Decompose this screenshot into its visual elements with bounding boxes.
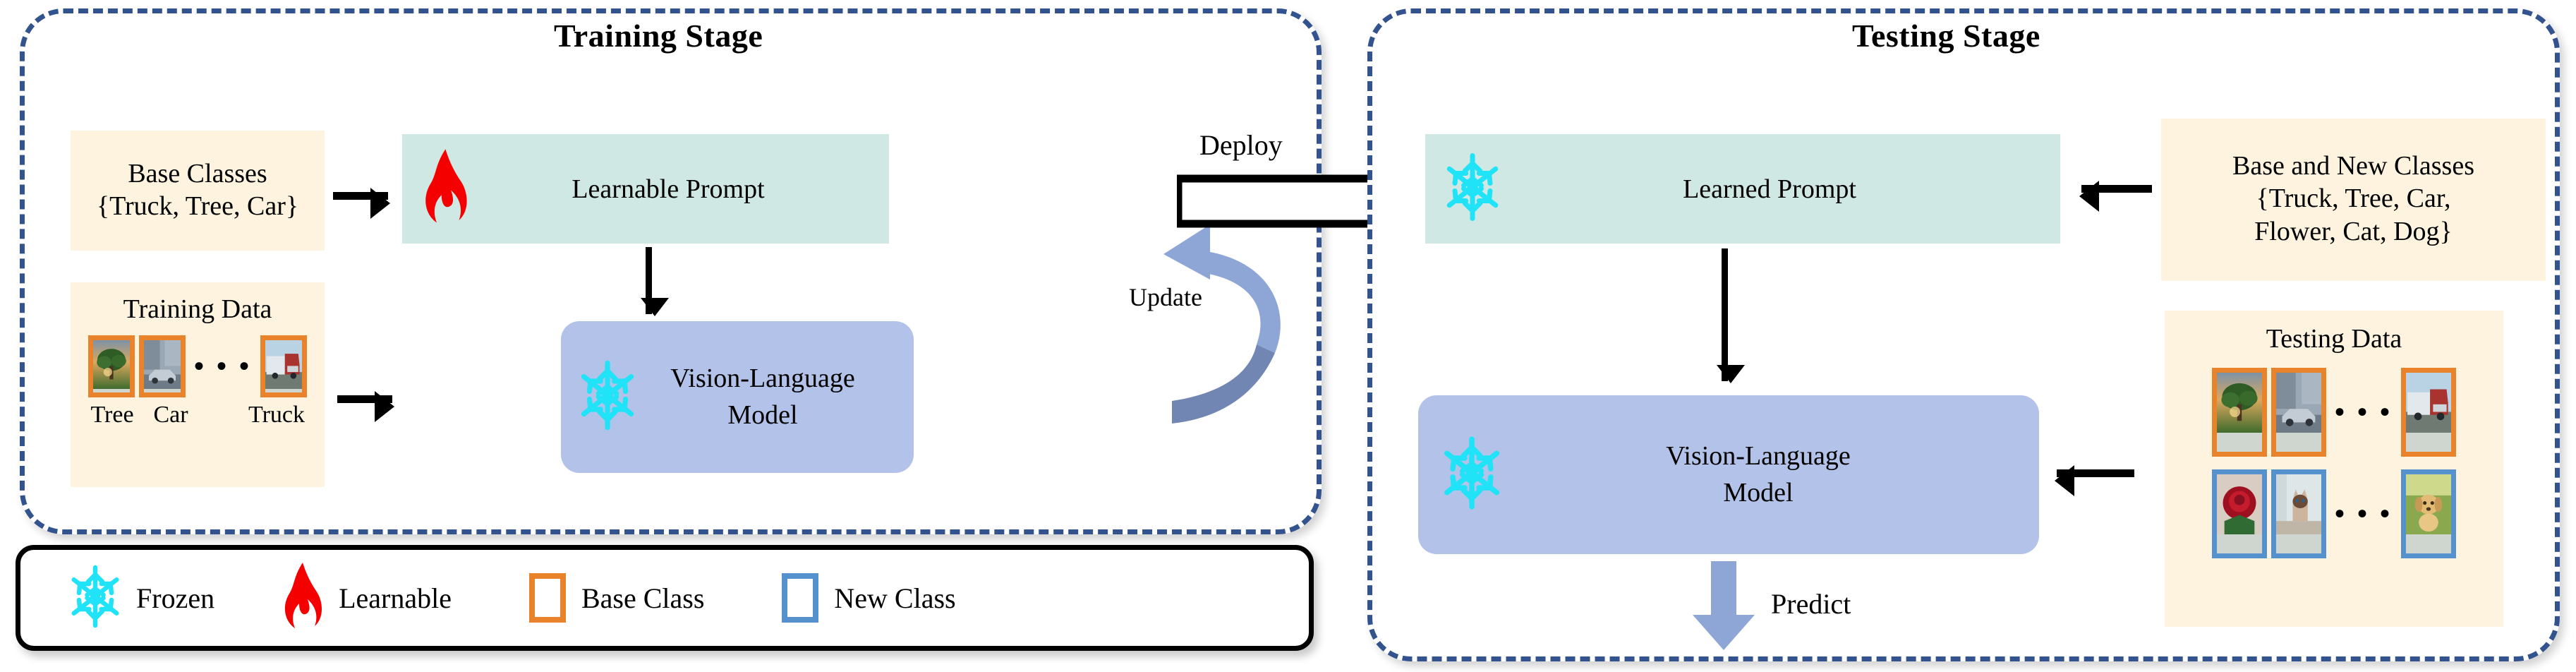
snowflake-icon (579, 356, 636, 438)
legend-item-learnable: Learnable (278, 561, 452, 635)
testing-data-base-row: • • • (2211, 367, 2456, 457)
testing-vlm-line2: Model (1723, 477, 1794, 508)
dog-thumbnail (2401, 469, 2456, 558)
legend-label-base-class: Base Class (581, 582, 705, 614)
arrow-base-classes-to-prompt (333, 188, 390, 219)
blue-square-icon (782, 573, 819, 623)
cat-thumbnail (2270, 469, 2326, 558)
training-vlm-line2: Model (727, 400, 798, 430)
snowflake-icon (70, 563, 121, 634)
snowflake-icon (1445, 149, 1500, 229)
deploy-label: Deploy (1199, 129, 1283, 161)
testing-stage-title: Testing Stage (1852, 18, 2040, 54)
thumb-caption-truck: Truck (248, 401, 305, 428)
training-vlm-label: Vision-Language Model (636, 361, 914, 433)
training-data-captions: Tree Car Truck (71, 402, 325, 428)
training-vlm-line1: Vision-Language (670, 364, 855, 394)
testing-data-box: Testing Data • • • • • • (2165, 311, 2503, 627)
learnable-prompt-label: Learnable Prompt (572, 174, 765, 204)
orange-square-icon (528, 573, 566, 623)
flame-icon (278, 561, 323, 635)
flame-icon (418, 148, 468, 230)
base-classes-box: Base Classes {Truck, Tree, Car} (71, 131, 325, 251)
tree-thumbnail (87, 335, 135, 397)
update-label: Update (1129, 283, 1202, 311)
legend-label-learnable: Learnable (339, 582, 452, 614)
testing-vlm-box: Vision-Language Model (1418, 395, 2039, 554)
arrow-training-data-to-vlm (337, 391, 394, 422)
base-and-new-classes-title: Base and New Classes (2232, 151, 2474, 181)
learned-prompt-label: Learned Prompt (1683, 174, 1856, 204)
arrow-prompt-to-vlm (641, 247, 669, 316)
testing-vlm-label: Vision-Language Model (1501, 438, 2039, 511)
snowflake-icon (1442, 432, 1501, 517)
legend-box: Frozen Learnable Base Class New Class (16, 545, 1314, 651)
learned-prompt-box: Learned Prompt (1425, 134, 2060, 244)
tree-thumbnail (2211, 367, 2267, 457)
legend-label-new-class: New Class (834, 582, 956, 614)
thumb-caption-car: Car (153, 401, 188, 428)
learnable-prompt-box: Learnable Prompt (402, 134, 889, 244)
training-data-title: Training Data (123, 294, 272, 324)
base-classes-list: {Truck, Tree, Car} (96, 191, 299, 221)
predict-arrow (1690, 561, 1758, 652)
base-and-new-classes-line2: Flower, Cat, Dog} (2254, 217, 2453, 247)
training-data-box: Training Data • • • Tree Car Truck (71, 282, 325, 487)
legend-item-new-class: New Class (782, 573, 956, 623)
arrow-learned-prompt-to-vlm (1717, 248, 1745, 383)
thumb-caption-tree: Tree (90, 401, 134, 428)
car-thumbnail (138, 335, 186, 397)
truck-thumbnail (260, 335, 307, 397)
base-and-new-classes-box: Base and New Classes {Truck, Tree, Car, … (2161, 119, 2546, 281)
testing-vlm-line1: Vision-Language (1666, 441, 1851, 472)
training-stage-title: Training Stage (554, 18, 763, 54)
arrow-testing-data-to-vlm (2055, 465, 2134, 496)
rose-thumbnail (2211, 469, 2267, 558)
training-data-ellipsis: • • • (193, 349, 252, 382)
testing-data-ellipsis-new: • • • (2334, 497, 2393, 529)
predict-label: Predict (1771, 588, 1851, 620)
testing-data-title: Testing Data (2266, 324, 2402, 354)
testing-data-ellipsis-base: • • • (2334, 395, 2393, 428)
training-data-thumbnails: • • • (87, 335, 307, 397)
legend-label-frozen: Frozen (136, 582, 215, 614)
base-classes-title: Base Classes (128, 158, 267, 188)
truck-thumbnail (2401, 367, 2456, 457)
arrow-classes-to-prompt (2079, 181, 2152, 212)
base-and-new-classes-line1: {Truck, Tree, Car, (2256, 183, 2451, 213)
legend-item-frozen: Frozen (70, 563, 214, 634)
car-thumbnail (2270, 367, 2326, 457)
testing-data-new-row: • • • (2211, 469, 2456, 558)
legend-item-base-class: Base Class (528, 573, 705, 623)
training-vlm-box: Vision-Language Model (561, 321, 914, 473)
